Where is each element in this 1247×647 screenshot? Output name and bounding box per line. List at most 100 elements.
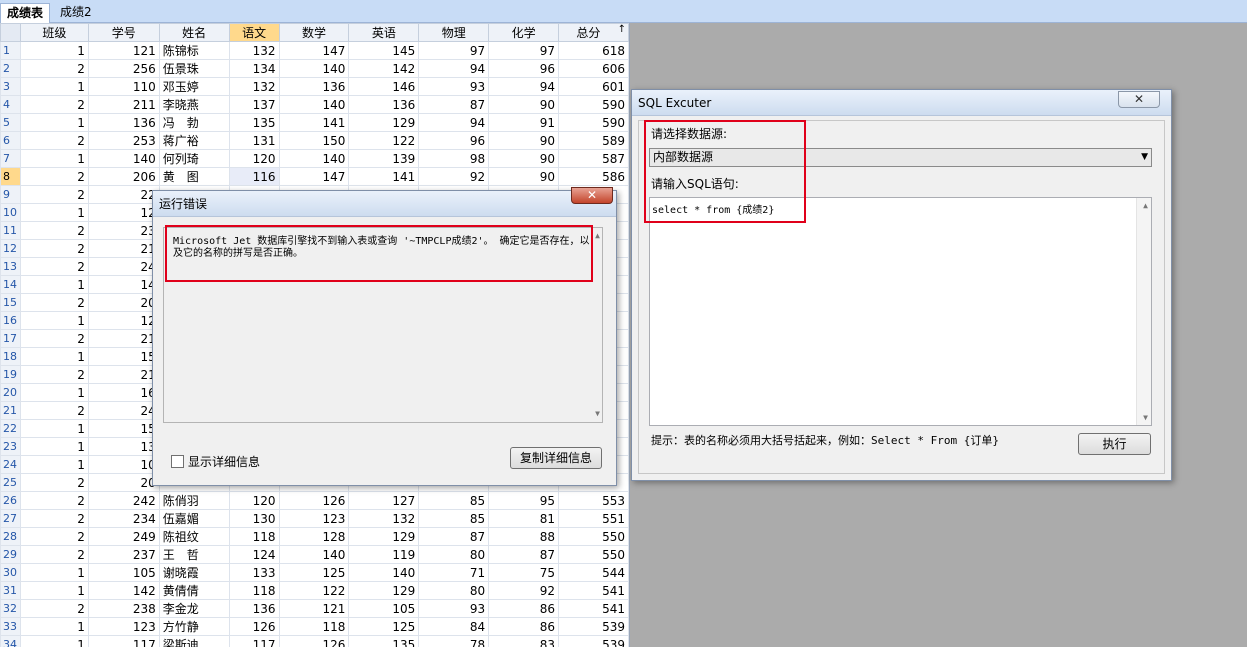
table-cell[interactable]: 71 bbox=[418, 563, 490, 582]
table-cell[interactable]: 85 bbox=[418, 491, 490, 510]
table-cell[interactable]: 147 bbox=[278, 41, 350, 60]
table-cell[interactable]: 王 哲 bbox=[158, 545, 230, 564]
table-cell[interactable]: 133 bbox=[228, 563, 280, 582]
row-header[interactable]: 3 bbox=[0, 77, 21, 96]
table-cell[interactable]: 126 bbox=[278, 491, 350, 510]
row-header[interactable]: 32 bbox=[0, 599, 21, 618]
table-cell[interactable]: 96 bbox=[418, 131, 490, 150]
sql-window-titlebar[interactable]: SQL Excuter ✕ bbox=[632, 90, 1171, 116]
table-cell[interactable]: 90 bbox=[488, 167, 560, 186]
table-cell[interactable]: 陈锦标 bbox=[158, 41, 230, 60]
row-header[interactable]: 1 bbox=[0, 41, 21, 60]
table-cell[interactable]: 140 bbox=[87, 149, 160, 168]
table-cell[interactable]: 136 bbox=[228, 599, 280, 618]
row-header[interactable]: 10 bbox=[0, 203, 21, 222]
row-header[interactable]: 18 bbox=[0, 347, 21, 366]
table-cell[interactable]: 12 bbox=[87, 203, 160, 222]
table-cell[interactable]: 140 bbox=[278, 59, 350, 78]
table-cell[interactable]: 90 bbox=[488, 131, 560, 150]
table-cell[interactable]: 15 bbox=[87, 347, 160, 366]
column-header[interactable]: 数学 bbox=[278, 23, 350, 42]
table-cell[interactable]: 2 bbox=[19, 95, 89, 114]
table-cell[interactable]: 94 bbox=[418, 113, 490, 132]
table-cell[interactable]: 78 bbox=[418, 635, 490, 647]
table-cell[interactable]: 539 bbox=[558, 635, 629, 647]
table-cell[interactable]: 141 bbox=[278, 113, 350, 132]
table-cell[interactable]: 117 bbox=[87, 635, 160, 647]
row-header[interactable]: 29 bbox=[0, 545, 21, 564]
table-cell[interactable]: 140 bbox=[278, 545, 350, 564]
row-header[interactable]: 20 bbox=[0, 383, 21, 402]
table-cell[interactable]: 129 bbox=[348, 581, 420, 600]
table-cell[interactable]: 550 bbox=[558, 527, 629, 546]
table-cell[interactable]: 2 bbox=[19, 509, 89, 528]
table-cell[interactable]: 1 bbox=[19, 347, 89, 366]
table-row[interactable]: 4 2 211 李晓燕 137 140 136 87 90 590 bbox=[0, 95, 629, 114]
row-header[interactable]: 12 bbox=[0, 239, 21, 258]
table-cell[interactable]: 1 bbox=[19, 203, 89, 222]
table-cell[interactable]: 140 bbox=[348, 563, 420, 582]
error-close-button[interactable]: ✕ bbox=[571, 187, 613, 204]
row-header[interactable]: 23 bbox=[0, 437, 21, 456]
table-cell[interactable]: 122 bbox=[278, 581, 350, 600]
table-cell[interactable]: 1 bbox=[19, 149, 89, 168]
table-cell[interactable]: 1 bbox=[19, 635, 89, 647]
row-header[interactable]: 24 bbox=[0, 455, 21, 474]
table-cell[interactable]: 2 bbox=[19, 401, 89, 420]
table-cell[interactable]: 206 bbox=[87, 167, 160, 186]
table-cell[interactable]: 145 bbox=[348, 41, 420, 60]
table-cell[interactable]: 24 bbox=[87, 401, 160, 420]
row-header[interactable]: 13 bbox=[0, 257, 21, 276]
table-cell[interactable]: 80 bbox=[418, 581, 490, 600]
table-cell[interactable]: 118 bbox=[228, 527, 280, 546]
error-dialog-titlebar[interactable]: 运行错误 ✕ bbox=[153, 187, 616, 217]
table-cell[interactable]: 何列琦 bbox=[158, 149, 230, 168]
table-cell[interactable]: 125 bbox=[278, 563, 350, 582]
table-cell[interactable]: 1 bbox=[19, 275, 89, 294]
table-cell[interactable]: 85 bbox=[418, 509, 490, 528]
row-header[interactable]: 34 bbox=[0, 635, 21, 647]
table-cell[interactable]: 1 bbox=[19, 581, 89, 600]
table-cell[interactable]: 137 bbox=[228, 95, 280, 114]
table-cell[interactable]: 606 bbox=[558, 59, 629, 78]
table-row[interactable]: 3 1 110 邓玉婷 132 136 146 93 94 601 bbox=[0, 77, 629, 96]
row-header[interactable]: 16 bbox=[0, 311, 21, 330]
table-cell[interactable]: 83 bbox=[488, 635, 560, 647]
table-cell[interactable]: 92 bbox=[418, 167, 490, 186]
table-cell[interactable]: 142 bbox=[87, 581, 160, 600]
copy-detail-button[interactable]: 复制详细信息 bbox=[510, 447, 602, 469]
table-cell[interactable]: 129 bbox=[348, 113, 420, 132]
datasource-select[interactable]: 内部数据源 ▼ bbox=[649, 148, 1152, 167]
table-cell[interactable]: 586 bbox=[558, 167, 629, 186]
table-cell[interactable]: 22 bbox=[87, 185, 160, 204]
table-cell[interactable]: 冯 勃 bbox=[158, 113, 230, 132]
table-row[interactable]: 5 1 136 冯 勃 135 141 129 94 91 590 bbox=[0, 113, 629, 132]
table-cell[interactable]: 15 bbox=[87, 419, 160, 438]
table-cell[interactable]: 黄 图 bbox=[158, 167, 230, 186]
column-header[interactable]: 总分 ↑ bbox=[558, 23, 629, 42]
table-cell[interactable]: 87 bbox=[418, 95, 490, 114]
table-cell[interactable]: 84 bbox=[418, 617, 490, 636]
table-cell[interactable]: 邓玉婷 bbox=[158, 77, 230, 96]
table-cell[interactable]: 126 bbox=[278, 635, 350, 647]
table-cell[interactable]: 590 bbox=[558, 95, 629, 114]
table-cell[interactable]: 23 bbox=[87, 221, 160, 240]
table-cell[interactable]: 601 bbox=[558, 77, 629, 96]
table-cell[interactable]: 12 bbox=[87, 311, 160, 330]
scroll-up-icon[interactable]: ▲ bbox=[1143, 201, 1148, 210]
table-cell[interactable]: 88 bbox=[488, 527, 560, 546]
row-header[interactable]: 6 bbox=[0, 131, 21, 150]
table-cell[interactable]: 96 bbox=[488, 59, 560, 78]
row-header[interactable]: 11 bbox=[0, 221, 21, 240]
table-row[interactable]: 8 2 206 黄 图 116 147 141 92 90 586 bbox=[0, 167, 629, 186]
chevron-down-icon[interactable]: ▼ bbox=[1141, 149, 1148, 166]
table-cell[interactable]: 1 bbox=[19, 419, 89, 438]
table-cell[interactable]: 2 bbox=[19, 239, 89, 258]
table-cell[interactable]: 90 bbox=[488, 149, 560, 168]
table-cell[interactable]: 16 bbox=[87, 383, 160, 402]
table-cell[interactable]: 123 bbox=[278, 509, 350, 528]
table-cell[interactable]: 146 bbox=[348, 77, 420, 96]
sql-close-button[interactable]: ✕ bbox=[1118, 91, 1160, 108]
table-cell[interactable]: 587 bbox=[558, 149, 629, 168]
table-cell[interactable]: 130 bbox=[228, 509, 280, 528]
